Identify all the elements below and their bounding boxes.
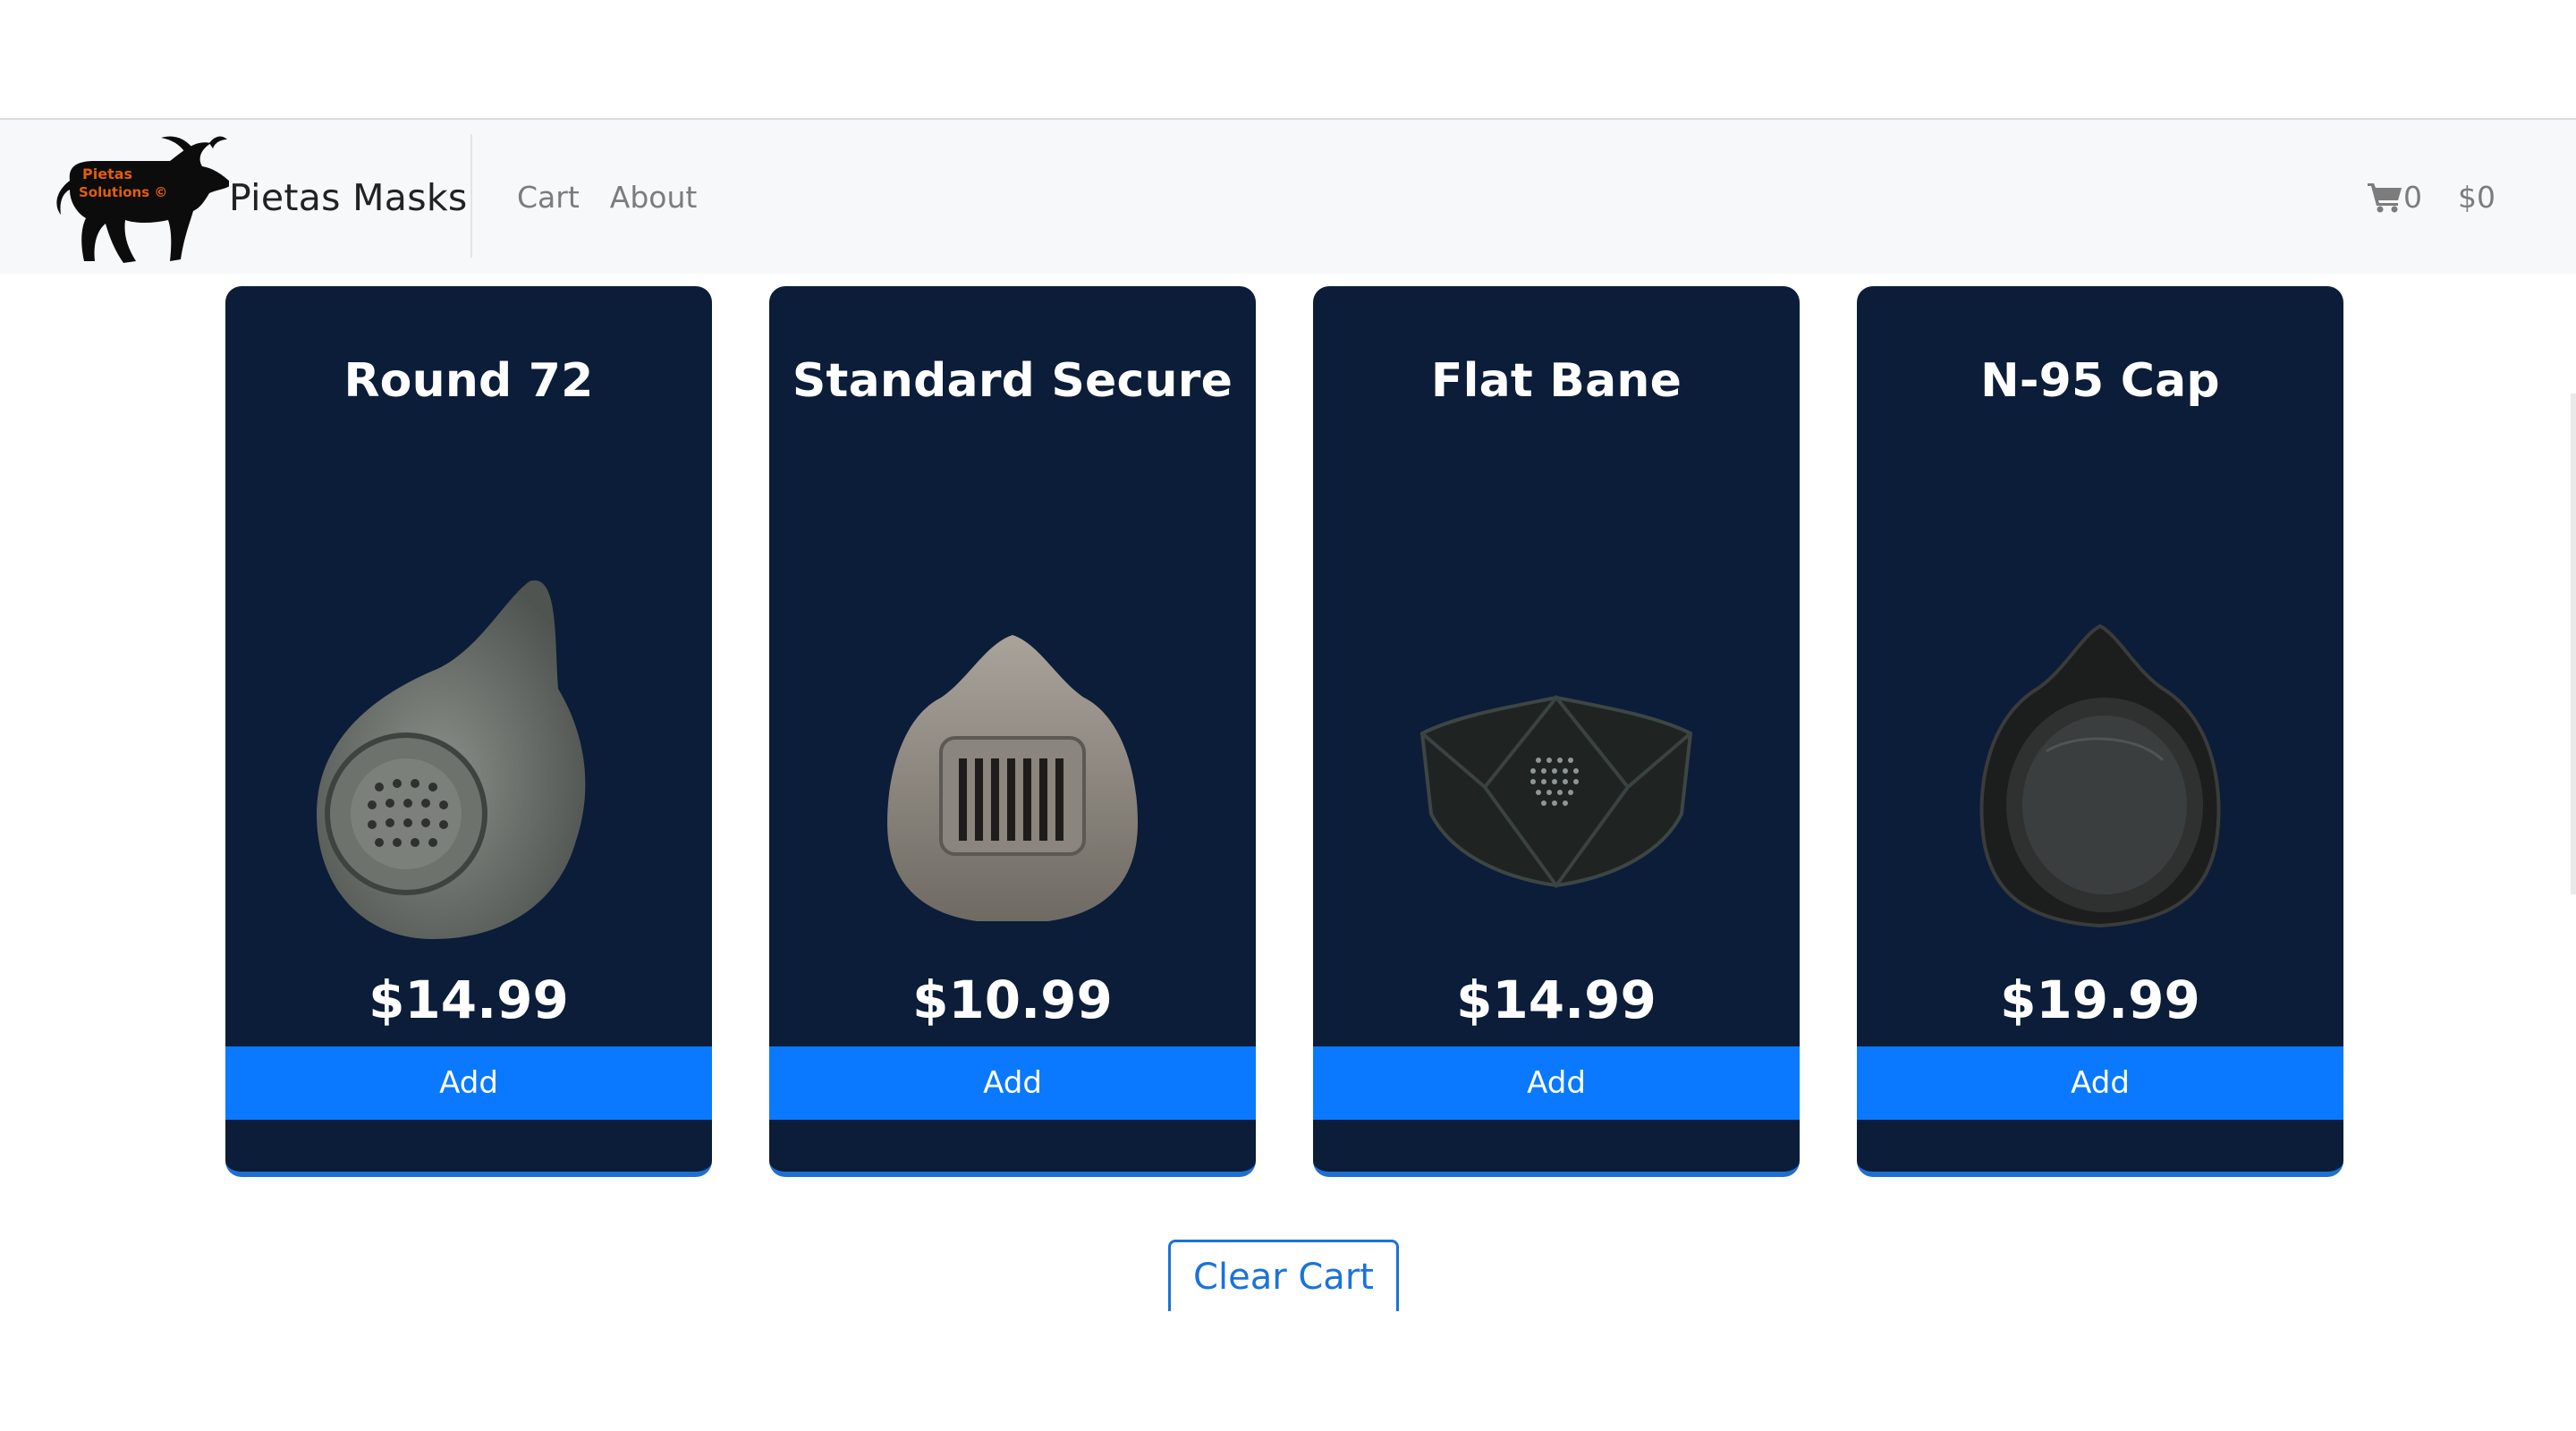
product-grid: Round 72 $14.99 Add Standard Secure $10.… [225,286,2343,1177]
top-blank-bar [0,0,2576,120]
product-title: N-95 Cap [1980,354,2220,408]
clear-cart-button[interactable]: Clear Cart [1168,1240,1399,1311]
nav-links: Cart About [517,120,697,274]
product-price: $14.99 [369,970,569,1030]
product-title: Round 72 [343,354,594,408]
flat-mask-icon [1377,519,1735,984]
product-card-standard-secure: Standard Secure $10.99 Add [769,286,1256,1177]
round-mask-icon [290,519,648,984]
cart-count: 0 [2403,179,2422,215]
add-to-cart-button[interactable]: Add [769,1046,1256,1120]
product-price: $10.99 [912,970,1113,1030]
product-card-n95-cap: N-95 Cap $19.99 Add [1857,286,2343,1177]
cart-summary[interactable]: 0 [2368,180,2422,215]
cart-total: $0 [2458,179,2496,215]
nav-divider [470,134,472,258]
clear-cart-wrapper: Clear Cart [1168,1240,1399,1311]
product-title: Flat Bane [1430,354,1682,408]
logo-text-line1: Pietas [82,165,132,182]
product-title: Standard Secure [792,354,1233,408]
standard-mask-icon [834,519,1191,984]
nav-link-about[interactable]: About [610,180,698,215]
page: Pietas Solutions © Pietas Masks Cart Abo… [0,0,2576,1431]
product-price: $14.99 [1456,970,1657,1030]
nav-right: 0 $0 [2368,120,2496,274]
product-card-flat-bane: Flat Bane $14.99 Add [1313,286,1800,1177]
navbar: Pietas Solutions © Pietas Masks Cart Abo… [0,120,2576,274]
n95-mask-icon [1921,519,2279,984]
nav-link-cart[interactable]: Cart [517,180,580,215]
scrollbar[interactable] [2571,394,2576,894]
logo-text-line2: Solutions © [79,184,167,200]
shopping-cart-icon [2368,181,2403,213]
pietas-solutions-logo: Pietas Solutions © [50,131,233,265]
add-to-cart-button[interactable]: Add [225,1046,712,1120]
product-card-round-72: Round 72 $14.99 Add [225,286,712,1177]
add-to-cart-button[interactable]: Add [1313,1046,1800,1120]
product-price: $19.99 [2000,970,2200,1030]
brand-name: Pietas Masks [229,176,468,219]
brand-link[interactable]: Pietas Solutions © Pietas Masks [50,131,468,265]
add-to-cart-button[interactable]: Add [1857,1046,2343,1120]
